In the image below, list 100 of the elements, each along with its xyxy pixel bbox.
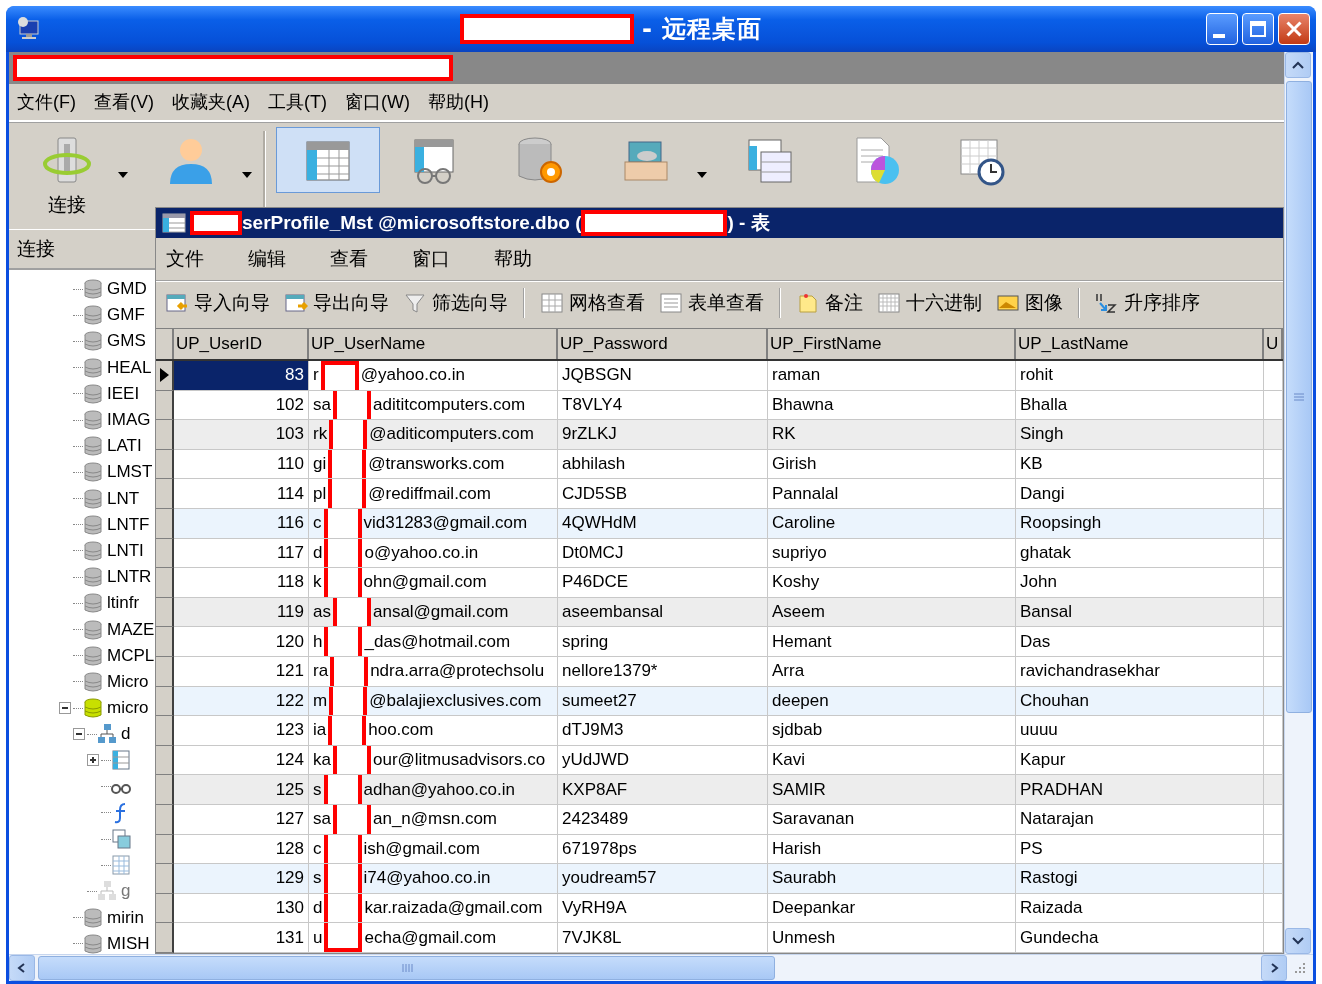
table-cell: 119: [174, 597, 309, 628]
collapse-icon[interactable]: [73, 728, 85, 741]
toolbar-button[interactable]: 表单查看: [656, 288, 767, 318]
row-selector[interactable]: [156, 775, 174, 805]
table-cell: 9rZLKJ: [558, 420, 768, 450]
window-title: - 远程桌面: [642, 14, 763, 45]
horizontal-scrollbar[interactable]: [9, 954, 1313, 981]
menu-item[interactable]: 查看(V): [94, 90, 154, 114]
scroll-down-button[interactable]: [1285, 928, 1311, 954]
table-cell: @transworks.com: [368, 454, 505, 475]
tree-item[interactable]: LNTI: [107, 540, 144, 561]
row-selector[interactable]: [156, 686, 174, 717]
minimize-button[interactable]: [1206, 13, 1238, 45]
tree-item[interactable]: Micro: [107, 671, 149, 692]
column-header[interactable]: UP_FirstName: [768, 329, 1016, 359]
menu-item[interactable]: 工具(T): [268, 90, 327, 114]
row-selector[interactable]: [156, 656, 174, 687]
caret-icon[interactable]: [117, 171, 129, 179]
toolbar-button[interactable]: 连接: [15, 127, 119, 223]
tree-item[interactable]: IMAG: [107, 410, 151, 431]
row-selector[interactable]: [156, 420, 174, 450]
toolbar-button[interactable]: 导出向导: [281, 288, 392, 318]
row-selector[interactable]: [156, 479, 174, 509]
tree-item[interactable]: ltinfr: [107, 593, 140, 614]
row-selector[interactable]: [156, 834, 174, 865]
tree-item[interactable]: MISH: [107, 933, 150, 954]
tree-item[interactable]: LNT: [107, 488, 140, 509]
menu-item[interactable]: 文件: [166, 246, 204, 272]
row-selector[interactable]: [156, 538, 174, 569]
menu-item[interactable]: 帮助(H): [427, 90, 489, 114]
row-selector[interactable]: [156, 568, 174, 598]
scroll-thumb[interactable]: [1286, 81, 1312, 713]
table-cell: adhan@yahoo.co.in: [363, 779, 515, 800]
row-selector[interactable]: [156, 449, 174, 480]
toolbar-button[interactable]: 备注: [793, 288, 866, 318]
table-cell: deepen: [768, 686, 1016, 717]
table-cell: Singh: [1016, 420, 1264, 450]
maximize-button[interactable]: [1242, 13, 1274, 45]
caret-icon[interactable]: [241, 171, 253, 179]
table-cell: supriyo: [768, 538, 1016, 569]
column-header[interactable]: UP_UserID: [174, 329, 309, 359]
collapse-icon[interactable]: [59, 702, 71, 715]
tree-item[interactable]: LATI: [107, 436, 142, 457]
menu-item[interactable]: 窗口: [412, 246, 450, 272]
table-cell: RK: [768, 420, 1016, 450]
row-selector[interactable]: [156, 390, 174, 421]
caret-icon[interactable]: [696, 171, 708, 179]
column-header[interactable]: UP_LastName: [1016, 329, 1264, 359]
tree-item[interactable]: MCPL: [107, 645, 155, 666]
row-selector[interactable]: [156, 745, 174, 776]
expand-icon[interactable]: [87, 754, 99, 767]
row-selector[interactable]: [156, 804, 174, 835]
row-selector[interactable]: [156, 597, 174, 628]
table-cell: gi: [313, 454, 327, 475]
tree-item[interactable]: GMF: [107, 305, 145, 326]
tree-item[interactable]: IEEI: [107, 383, 140, 404]
tree-item[interactable]: GMS: [107, 331, 146, 352]
tree-item[interactable]: HEAL: [107, 357, 152, 378]
toolbar-button[interactable]: 筛选向导: [400, 288, 511, 318]
row-selector[interactable]: [156, 716, 174, 746]
menu-item[interactable]: 编辑: [248, 246, 286, 272]
toolbar-button[interactable]: 网格查看: [537, 288, 648, 318]
scroll-thumb[interactable]: [38, 956, 775, 980]
table-cell: sa: [313, 809, 331, 830]
close-button[interactable]: [1278, 13, 1310, 45]
scroll-right-button[interactable]: [1261, 955, 1287, 981]
tree-item[interactable]: micro: [107, 698, 149, 719]
menu-item[interactable]: 文件(F): [17, 90, 76, 114]
tree-item[interactable]: d: [121, 724, 131, 745]
toolbar-button[interactable]: 升序排序: [1092, 288, 1203, 318]
menu-item[interactable]: 帮助: [494, 246, 532, 272]
row-selector[interactable]: [156, 893, 174, 924]
menu-item[interactable]: 查看: [330, 246, 368, 272]
tree-item[interactable]: LNTF: [107, 514, 150, 535]
column-header[interactable]: UP_Password: [558, 329, 768, 359]
tree-item[interactable]: LMST: [107, 462, 153, 483]
tree-item[interactable]: GMD: [107, 279, 147, 300]
tree-item[interactable]: g: [121, 881, 131, 902]
tree-item[interactable]: MAZE: [107, 619, 155, 640]
tree-item[interactable]: mirin: [107, 907, 144, 928]
scroll-up-button[interactable]: [1285, 52, 1311, 78]
table-cell: raman: [768, 361, 1016, 391]
table-cell: m: [313, 690, 328, 711]
menu-item[interactable]: 收藏夹(A): [172, 90, 250, 114]
toolbar-button[interactable]: 十六进制: [874, 288, 985, 318]
vertical-scrollbar[interactable]: [1284, 52, 1313, 954]
toolbar-button[interactable]: 导入向导: [162, 288, 273, 318]
tree-item[interactable]: LNTR: [107, 567, 152, 588]
scroll-left-button[interactable]: [9, 955, 35, 981]
column-header[interactable]: UP_UserName: [309, 329, 558, 359]
table-cell: adititcomputers.com: [372, 394, 526, 415]
row-selector[interactable]: [156, 864, 174, 894]
close-icon: [1286, 21, 1302, 37]
table-cell: s: [313, 779, 322, 800]
row-selector[interactable]: [156, 627, 174, 657]
row-selector[interactable]: [156, 361, 174, 391]
menu-item[interactable]: 窗口(W): [344, 90, 410, 114]
toolbar-button[interactable]: 图像: [993, 288, 1066, 318]
row-selector[interactable]: [156, 923, 174, 953]
row-selector[interactable]: [156, 508, 174, 539]
